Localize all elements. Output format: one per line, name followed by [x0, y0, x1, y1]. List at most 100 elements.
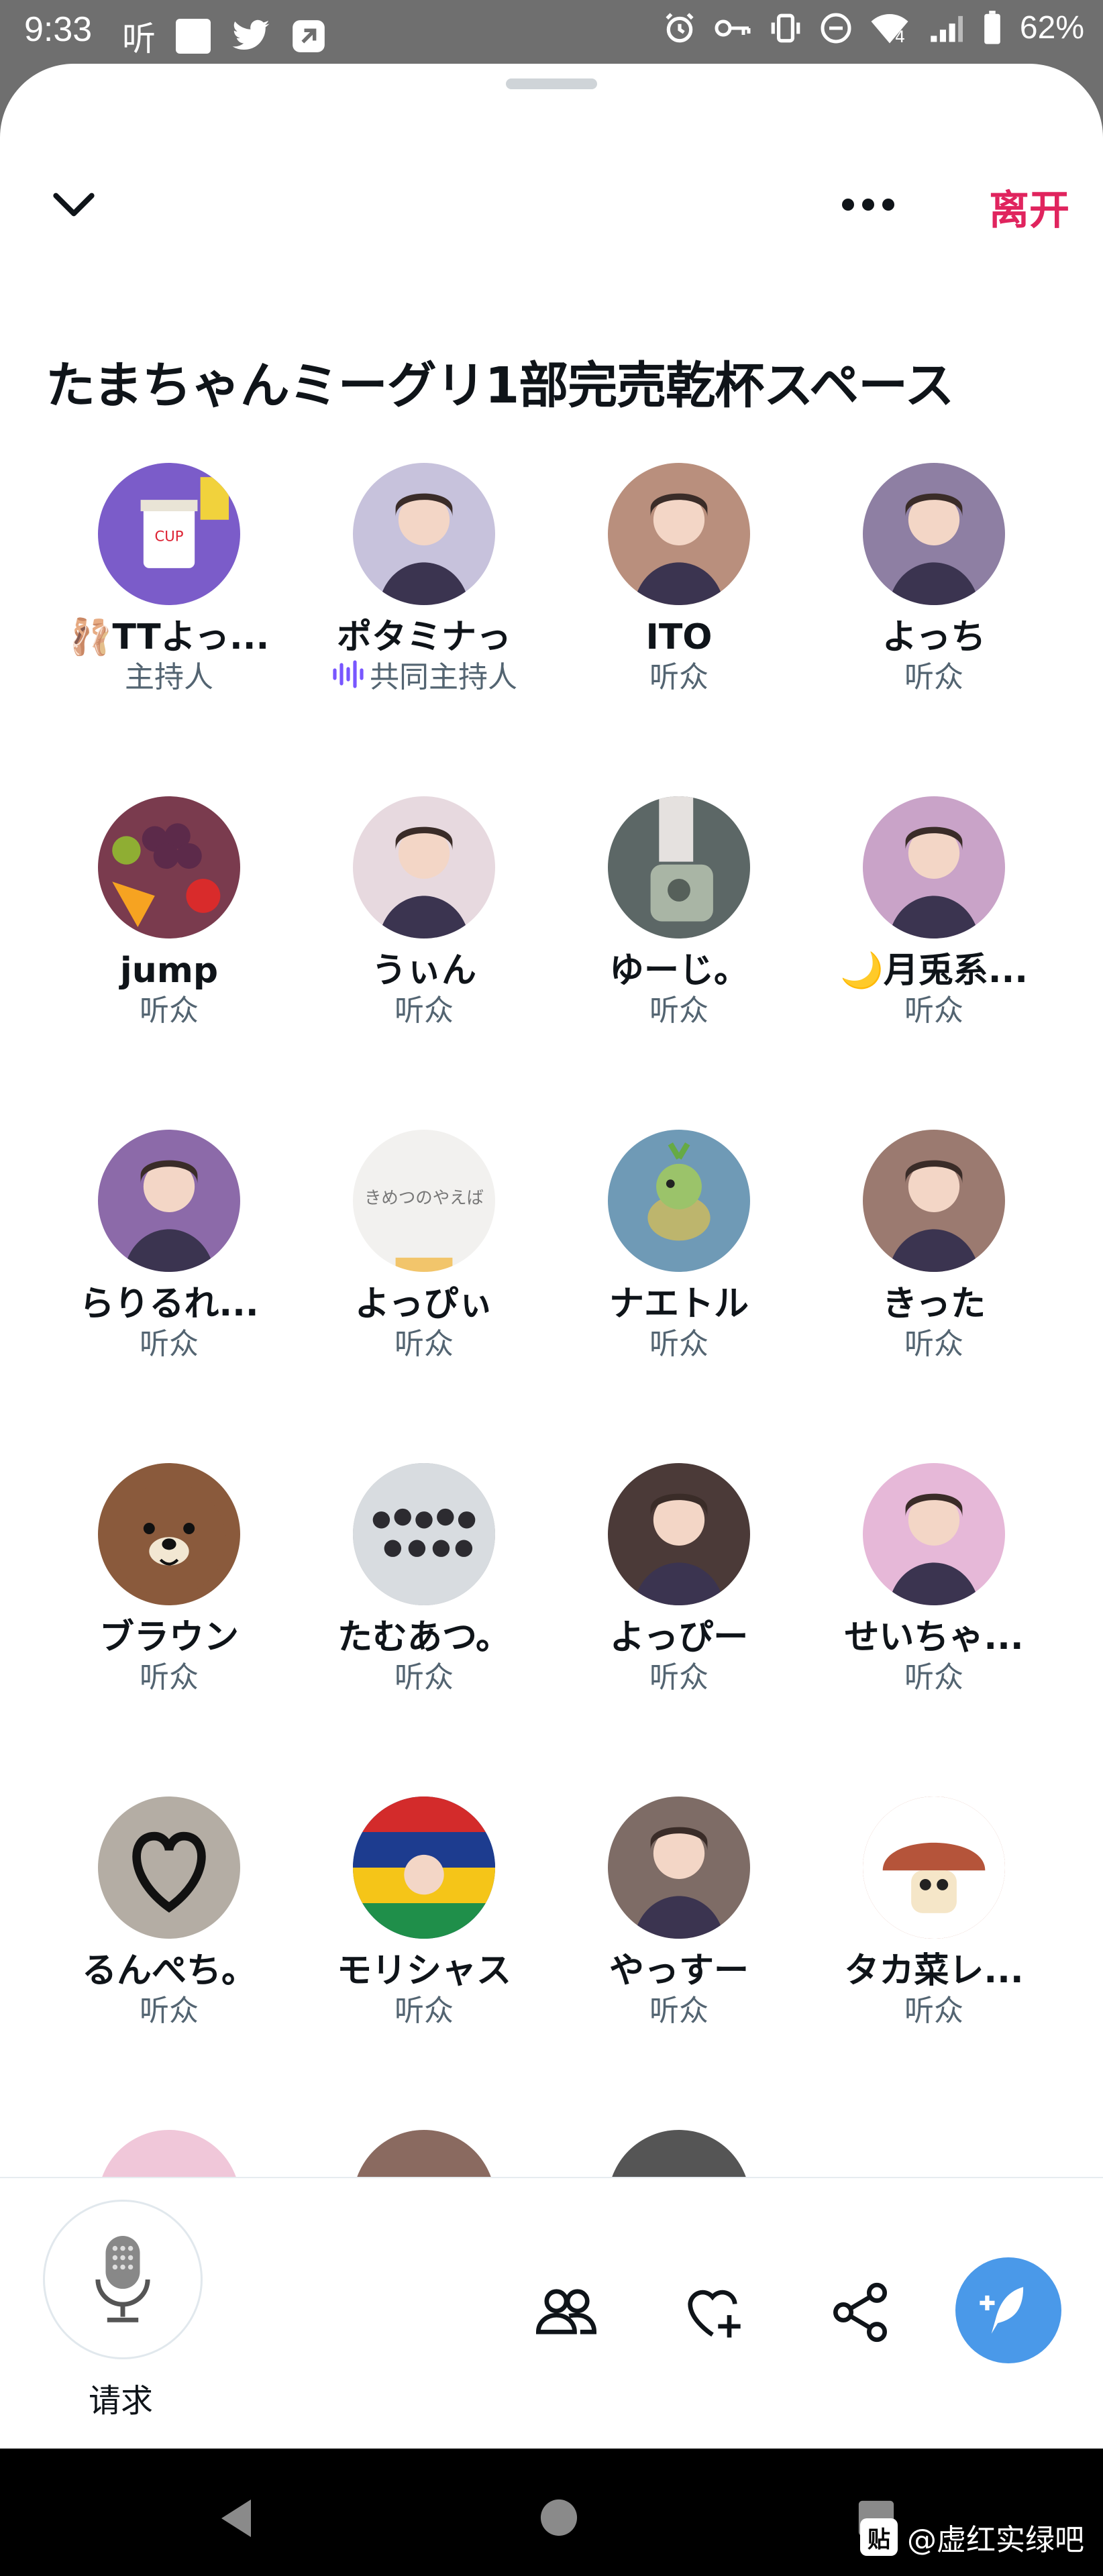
- participant-item[interactable]: ブラウン 听众: [42, 1463, 297, 1697]
- vpn-key-icon: [715, 19, 751, 36]
- participant-item[interactable]: きめつのやえば よっぴぃ 听众: [297, 1130, 552, 1363]
- participant-name: きった: [882, 1284, 986, 1324]
- participant-role-text: 听众: [649, 994, 708, 1028]
- participant-role: 听众: [42, 1326, 297, 1363]
- participant-name-text: TTよっ...: [112, 617, 270, 657]
- participant-item[interactable]: ポタミナっ 共同主持人: [297, 463, 552, 698]
- participant-name: jump: [119, 951, 219, 991]
- participant-role: 听众: [552, 659, 806, 696]
- leave-button[interactable]: 离开: [989, 178, 1069, 236]
- bear-avatar[interactable]: [98, 1463, 240, 1605]
- person-photo-avatar[interactable]: [863, 1130, 1005, 1272]
- person-photo-avatar[interactable]: [608, 463, 750, 605]
- home-button[interactable]: [539, 2498, 578, 2540]
- space-sheet: 离开 たまちゃんミーグリ1部完売乾杯スペース CUP 🩰TTよっ... 主持人 ポタミ…: [0, 64, 1103, 2449]
- participant-item[interactable]: よっち 听众: [806, 463, 1061, 696]
- participant-name: らりるれ...: [79, 1284, 259, 1324]
- do-not-disturb-icon: [821, 13, 851, 43]
- people-icon: [535, 2289, 597, 2334]
- speaking-wave-icon: [331, 659, 364, 698]
- participant-role: 听众: [297, 1992, 552, 2030]
- name-emoji-icon: 🩰: [68, 617, 113, 657]
- participant-item[interactable]: よっぴー 听众: [552, 1463, 806, 1697]
- participant-item[interactable]: モリシャス 听众: [297, 1796, 552, 2030]
- person-photo-avatar[interactable]: [608, 1796, 750, 1939]
- fruit-avatar[interactable]: [98, 796, 240, 938]
- participant-item[interactable]: らりるれ... 听众: [42, 1130, 297, 1363]
- request-mic-button[interactable]: [43, 2200, 203, 2359]
- participant-item[interactable]: ITO 听众: [552, 463, 806, 696]
- collapse-button[interactable]: [47, 178, 101, 231]
- participant-name: ITO: [645, 617, 713, 657]
- participant-item[interactable]: タカ菜レ... 听众: [806, 1796, 1061, 2030]
- back-button[interactable]: [216, 2497, 256, 2542]
- participant-item[interactable]: ナエトル 听众: [552, 1130, 806, 1363]
- participant-name: よっぴー: [609, 1617, 749, 1658]
- participant-item[interactable]: jump 听众: [42, 796, 297, 1030]
- system-navigation-bar: 贴 @虚红实绿吧: [0, 2449, 1103, 2576]
- back-triangle-icon: [221, 2500, 251, 2537]
- watermark-logo: 贴: [860, 2518, 898, 2556]
- participant-item[interactable]: やっすー 听众: [552, 1796, 806, 2030]
- chevron-down-icon: [53, 193, 95, 217]
- drag-handle[interactable]: [506, 78, 597, 89]
- participant-item[interactable]: うぃん 听众: [297, 796, 552, 1030]
- participant-role-text: 听众: [140, 1327, 199, 1361]
- react-button[interactable]: [679, 2279, 746, 2346]
- flag-avatar[interactable]: [353, 1796, 495, 1939]
- participant-role: 听众: [297, 1659, 552, 1697]
- participant-role: 听众: [297, 992, 552, 1030]
- more-icon: [842, 199, 894, 211]
- person-photo-avatar[interactable]: [863, 1463, 1005, 1605]
- more-options-button[interactable]: [835, 184, 902, 225]
- participant-item[interactable]: CUP 🩰TTよっ... 主持人: [42, 463, 297, 696]
- turtle-avatar[interactable]: [608, 1130, 750, 1272]
- people-button[interactable]: [533, 2279, 600, 2346]
- group-photo-avatar[interactable]: [353, 1463, 495, 1605]
- participant-role-text: 听众: [904, 1327, 963, 1361]
- person-photo-avatar[interactable]: [353, 796, 495, 938]
- link-app-icon: [293, 20, 325, 52]
- person-photo-avatar[interactable]: [98, 1130, 240, 1272]
- share-button[interactable]: [827, 2279, 894, 2346]
- twitter-icon: [232, 19, 270, 50]
- notification-icons: 听: [122, 12, 326, 60]
- handwriting-avatar[interactable]: きめつのやえば: [353, 1130, 495, 1272]
- compose-button[interactable]: [955, 2257, 1061, 2363]
- battery-percent: 62%: [1019, 10, 1084, 46]
- participant-role-text: 听众: [395, 1327, 454, 1361]
- status-time: 9:33: [24, 10, 93, 49]
- object-photo-avatar[interactable]: [608, 796, 750, 938]
- person-photo-avatar[interactable]: [863, 796, 1005, 938]
- cup-noodle-avatar[interactable]: CUP: [98, 463, 240, 605]
- participant-role-text: 听众: [904, 1994, 963, 2028]
- participant-name: ポタミナっ: [336, 617, 511, 657]
- participant-item[interactable]: ゆーじ。 听众: [552, 796, 806, 1030]
- participant-name: たむあつ。: [337, 1617, 511, 1658]
- mushroom-avatar[interactable]: [863, 1796, 1005, 1939]
- person-photo-avatar[interactable]: [608, 1463, 750, 1605]
- app-notification-icon: 听: [122, 19, 156, 58]
- participant-role-text: 听众: [140, 1660, 199, 1695]
- participant-name: ナエトル: [609, 1284, 749, 1324]
- alarm-icon: [666, 12, 694, 42]
- watermark: 贴 @虚红实绿吧: [860, 2516, 1084, 2559]
- request-label: 请求: [88, 2382, 153, 2420]
- participant-role: 听众: [42, 1992, 297, 2030]
- participant-item[interactable]: るんぺち。 听众: [42, 1796, 297, 2030]
- participant-role: 主持人: [42, 659, 297, 696]
- heart-drawing-avatar[interactable]: [98, 1796, 240, 1939]
- person-photo-avatar[interactable]: [863, 463, 1005, 605]
- participant-role-text: 听众: [649, 1994, 708, 2028]
- participant-item[interactable]: 🌙月兎系... 听众: [806, 796, 1061, 1030]
- battery-icon: [984, 10, 1000, 44]
- name-emoji-icon: 🌙: [839, 951, 884, 991]
- participant-role-text: 听众: [904, 994, 963, 1028]
- participant-item[interactable]: きった 听众: [806, 1130, 1061, 1363]
- participant-role-text: 听众: [395, 1994, 454, 2028]
- participant-name: タカ菜レ...: [844, 1951, 1024, 1991]
- participant-item[interactable]: せいちゃ... 听众: [806, 1463, 1061, 1697]
- participant-item[interactable]: たむあつ。 听众: [297, 1463, 552, 1697]
- person-photo-avatar[interactable]: [353, 463, 495, 605]
- participant-name: うぃん: [371, 951, 476, 991]
